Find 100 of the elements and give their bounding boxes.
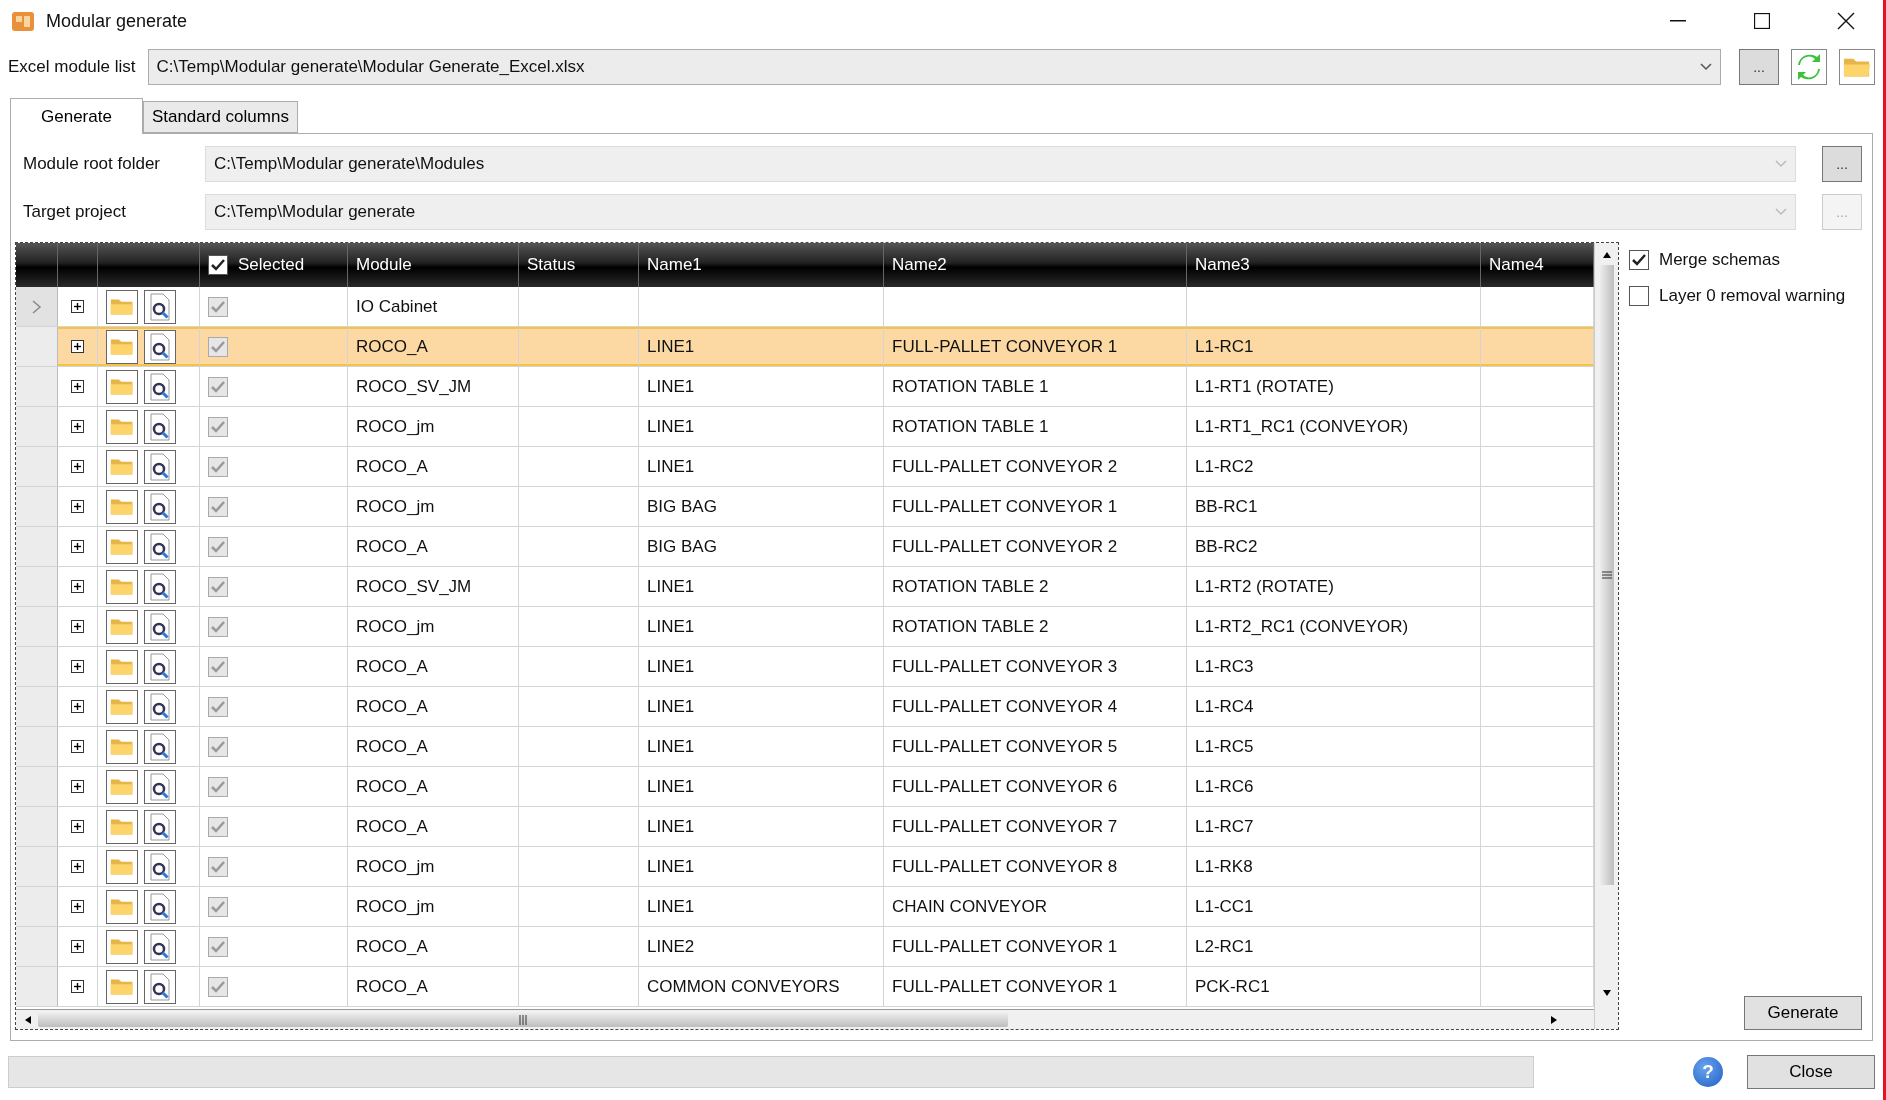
- row-header-cell[interactable]: [16, 487, 58, 527]
- preview-button[interactable]: [144, 329, 176, 364]
- option-checkbox[interactable]: [1629, 286, 1649, 307]
- expand-icon[interactable]: [71, 620, 84, 634]
- open-folder-button[interactable]: [106, 489, 138, 524]
- expand-icon[interactable]: [71, 420, 84, 434]
- row-checkbox[interactable]: [208, 896, 228, 917]
- open-folder-button[interactable]: [1839, 49, 1875, 86]
- row-checkbox[interactable]: [208, 616, 228, 637]
- open-folder-button[interactable]: [106, 729, 138, 764]
- open-folder-button[interactable]: [106, 769, 138, 804]
- open-folder-button[interactable]: [106, 289, 138, 324]
- preview-button[interactable]: [144, 569, 176, 604]
- open-folder-button[interactable]: [106, 529, 138, 564]
- preview-button[interactable]: [144, 489, 176, 524]
- open-folder-button[interactable]: [106, 449, 138, 484]
- row-header-cell[interactable]: [16, 767, 58, 807]
- row-checkbox[interactable]: [208, 296, 228, 317]
- vertical-scrollbar-thumb[interactable]: [1599, 265, 1614, 886]
- row-header-cell[interactable]: [16, 607, 58, 647]
- row-header-cell[interactable]: [16, 927, 58, 967]
- open-folder-button[interactable]: [106, 849, 138, 884]
- row-checkbox[interactable]: [208, 416, 228, 437]
- horizontal-scrollbar-thumb[interactable]: [38, 1012, 1008, 1027]
- expand-icon[interactable]: [71, 860, 84, 874]
- preview-button[interactable]: [144, 809, 176, 844]
- tab[interactable]: Standard columns: [142, 101, 298, 134]
- target-project-dropdown[interactable]: C:\Temp\Modular generate: [205, 194, 1796, 231]
- preview-button[interactable]: [144, 689, 176, 724]
- expand-icon[interactable]: [71, 380, 84, 394]
- preview-button[interactable]: [144, 969, 176, 1004]
- preview-button[interactable]: [144, 369, 176, 404]
- row-checkbox[interactable]: [208, 816, 228, 837]
- row-checkbox[interactable]: [208, 736, 228, 757]
- expand-icon[interactable]: [71, 980, 84, 994]
- row-header-cell[interactable]: [16, 687, 58, 727]
- preview-button[interactable]: [144, 409, 176, 444]
- open-folder-button[interactable]: [106, 649, 138, 684]
- row-header-cell[interactable]: [16, 567, 58, 607]
- row-checkbox[interactable]: [208, 456, 228, 477]
- tab[interactable]: Generate: [10, 98, 143, 135]
- row-header-cell[interactable]: [16, 407, 58, 447]
- open-folder-button[interactable]: [106, 809, 138, 844]
- open-folder-button[interactable]: [106, 609, 138, 644]
- preview-button[interactable]: [144, 289, 176, 324]
- row-header-cell[interactable]: [16, 847, 58, 887]
- expand-icon[interactable]: [71, 580, 84, 594]
- row-checkbox[interactable]: [208, 776, 228, 797]
- select-all-checkbox[interactable]: [208, 255, 228, 276]
- row-checkbox[interactable]: [208, 936, 228, 957]
- row-header-cell[interactable]: [16, 807, 58, 847]
- expand-icon[interactable]: [71, 500, 84, 514]
- expand-icon[interactable]: [71, 740, 84, 754]
- expand-icon[interactable]: [71, 540, 84, 554]
- row-header-cell[interactable]: [16, 967, 58, 1007]
- module-root-folder-dropdown[interactable]: C:\Temp\Modular generate\Modules: [205, 146, 1796, 183]
- browse-button[interactable]: ...: [1822, 146, 1862, 183]
- generate-button[interactable]: Generate: [1744, 996, 1862, 1031]
- expand-icon[interactable]: [71, 940, 84, 954]
- expand-icon[interactable]: [71, 780, 84, 794]
- preview-button[interactable]: [144, 769, 176, 804]
- row-checkbox[interactable]: [208, 976, 228, 997]
- preview-button[interactable]: [144, 729, 176, 764]
- expand-icon[interactable]: [71, 820, 84, 834]
- expand-icon[interactable]: [71, 340, 84, 354]
- preview-button[interactable]: [144, 889, 176, 924]
- row-header-cell[interactable]: [16, 287, 58, 327]
- open-folder-button[interactable]: [106, 409, 138, 444]
- row-checkbox[interactable]: [208, 536, 228, 557]
- open-folder-button[interactable]: [106, 329, 138, 364]
- preview-button[interactable]: [144, 929, 176, 964]
- row-checkbox[interactable]: [208, 376, 228, 397]
- row-header-cell[interactable]: [16, 527, 58, 567]
- row-header-cell[interactable]: [16, 447, 58, 487]
- close-button[interactable]: Close: [1747, 1054, 1875, 1089]
- excel-module-list-dropdown[interactable]: C:\Temp\Modular generate\Modular Generate_Excel.xlsx: [147, 49, 1721, 86]
- preview-button[interactable]: [144, 449, 176, 484]
- expand-icon[interactable]: [71, 300, 84, 314]
- row-header-cell[interactable]: [16, 327, 58, 367]
- row-header-cell[interactable]: [16, 727, 58, 767]
- preview-button[interactable]: [144, 849, 176, 884]
- open-folder-button[interactable]: [106, 969, 138, 1004]
- row-checkbox[interactable]: [208, 576, 228, 597]
- row-header-cell[interactable]: [16, 887, 58, 927]
- row-checkbox[interactable]: [208, 856, 228, 877]
- expand-icon[interactable]: [71, 460, 84, 474]
- row-header-cell[interactable]: [16, 367, 58, 407]
- row-checkbox[interactable]: [208, 336, 228, 357]
- preview-button[interactable]: [144, 529, 176, 564]
- row-checkbox[interactable]: [208, 496, 228, 517]
- row-checkbox[interactable]: [208, 656, 228, 677]
- browse-button[interactable]: ...: [1739, 49, 1779, 86]
- preview-button[interactable]: [144, 609, 176, 644]
- refresh-button[interactable]: [1791, 49, 1827, 86]
- option-checkbox[interactable]: [1629, 250, 1649, 271]
- expand-icon[interactable]: [71, 900, 84, 914]
- open-folder-button[interactable]: [106, 929, 138, 964]
- row-header-cell[interactable]: [16, 647, 58, 687]
- open-folder-button[interactable]: [106, 689, 138, 724]
- preview-button[interactable]: [144, 649, 176, 684]
